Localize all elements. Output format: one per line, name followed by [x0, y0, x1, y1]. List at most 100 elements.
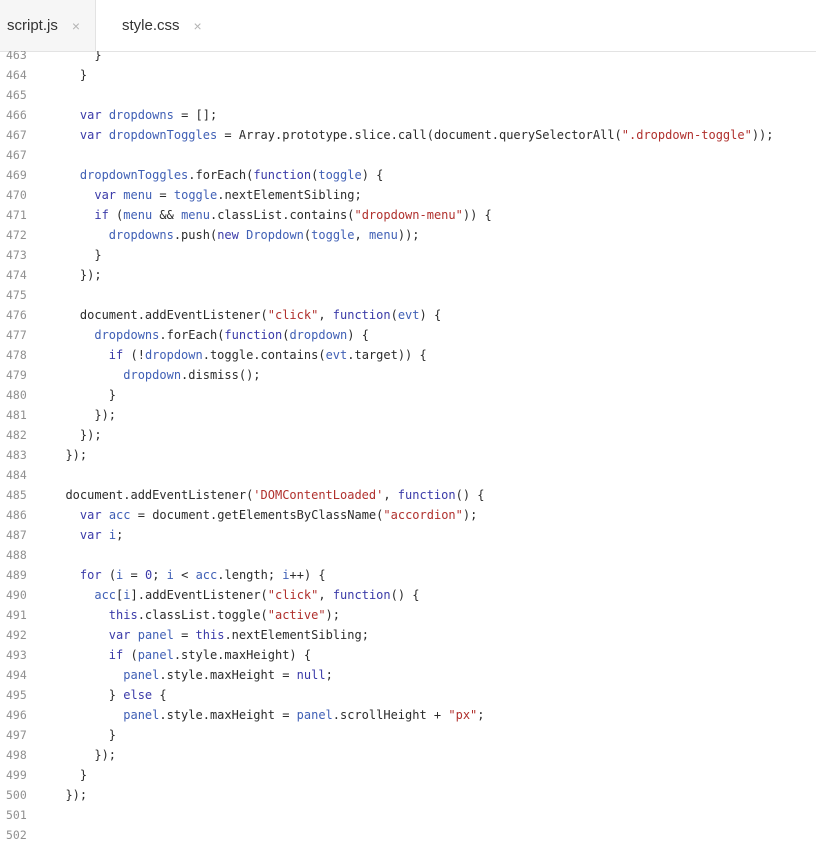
- code-token: i: [166, 568, 174, 582]
- close-icon[interactable]: ×: [72, 18, 80, 34]
- code-line[interactable]: 478 if (!dropdown.toggle.contains(evt.ta…: [0, 345, 816, 365]
- code-token: .scrollHeight +: [332, 708, 449, 722]
- code-line[interactable]: 469 dropdownToggles.forEach(function(tog…: [0, 165, 816, 185]
- code-token: new: [217, 228, 239, 242]
- code-line[interactable]: 475: [0, 285, 816, 305]
- code-editor[interactable]: 463 } 464 } 465 466 var dropdowns = []; 467 …: [0, 51, 816, 843]
- code-token: "click": [267, 308, 319, 322]
- code-line[interactable]: 489 for (i = 0; i < acc.length; i++) {: [0, 565, 816, 585]
- code-token: }: [51, 728, 117, 742]
- code-token: (!: [123, 348, 145, 362]
- code-token: Dropdown: [246, 228, 304, 242]
- code-line[interactable]: 467: [0, 145, 816, 165]
- code-text: var menu = toggle.nextElementSibling;: [51, 185, 361, 205]
- code-line[interactable]: 490 acc[i].addEventListener("click", fun…: [0, 585, 816, 605]
- code-text: dropdowns.forEach(function(dropdown) {: [51, 325, 369, 345]
- code-line[interactable]: 482 });: [0, 425, 816, 445]
- code-text: document.addEventListener('DOMContentLoa…: [51, 485, 485, 505]
- line-number: 482: [6, 428, 27, 442]
- code-line[interactable]: 471 if (menu && menu.classList.contains(…: [0, 205, 816, 225]
- code-token: }: [51, 51, 102, 62]
- code-line[interactable]: 472 dropdowns.push(new Dropdown(toggle, …: [0, 225, 816, 245]
- code-line[interactable]: 463 }: [0, 51, 816, 65]
- line-number: 496: [6, 708, 27, 722]
- code-line[interactable]: 465: [0, 85, 816, 105]
- code-line[interactable]: 502: [0, 825, 816, 843]
- code-line[interactable]: 487 var i;: [0, 525, 816, 545]
- code-line[interactable]: 497 }: [0, 725, 816, 745]
- code-token: =: [173, 628, 196, 642]
- code-line[interactable]: 464 }: [0, 65, 816, 85]
- code-text: }: [51, 51, 102, 65]
- code-line[interactable]: 500 });: [0, 785, 816, 805]
- code-token: "dropdown-menu": [354, 208, 463, 222]
- code-line[interactable]: 486 var acc = document.getElementsByClas…: [0, 505, 816, 525]
- code-line[interactable]: 492 var panel = this.nextElementSibling;: [0, 625, 816, 645]
- code-line[interactable]: 498 });: [0, 745, 816, 765]
- line-number: 470: [6, 188, 27, 202]
- code-token: {: [152, 688, 167, 702]
- code-token: dropdown: [123, 368, 182, 382]
- code-token: "accordion": [383, 508, 463, 522]
- code-token: this: [108, 608, 138, 622]
- code-token: = document.getElementsByClassName(: [130, 508, 384, 522]
- code-line[interactable]: 473 }: [0, 245, 816, 265]
- code-token: ;: [116, 528, 124, 542]
- code-line[interactable]: 476 document.addEventListener("click", f…: [0, 305, 816, 325]
- code-line[interactable]: 493 if (panel.style.maxHeight) {: [0, 645, 816, 665]
- line-number: 467: [6, 148, 27, 162]
- line-number: 467: [6, 128, 27, 142]
- code-token: ,: [318, 308, 333, 322]
- code-line[interactable]: 467 var dropdownToggles = Array.prototyp…: [0, 125, 816, 145]
- line-number: 473: [6, 248, 27, 262]
- code-token: function: [224, 328, 283, 342]
- code-line[interactable]: 491 this.classList.toggle("active");: [0, 605, 816, 625]
- code-line[interactable]: 470 var menu = toggle.nextElementSibling…: [0, 185, 816, 205]
- code-line[interactable]: 499 }: [0, 765, 816, 785]
- code-line[interactable]: 494 panel.style.maxHeight = null;: [0, 665, 816, 685]
- code-line[interactable]: 474 });: [0, 265, 816, 285]
- code-line[interactable]: 480 }: [0, 385, 816, 405]
- code-line[interactable]: 495 } else {: [0, 685, 816, 705]
- code-token: )) {: [462, 208, 492, 222]
- tab-script-js[interactable]: script.js ×: [0, 0, 96, 51]
- code-line[interactable]: 479 dropdown.dismiss();: [0, 365, 816, 385]
- code-line[interactable]: 481 });: [0, 405, 816, 425]
- code-line[interactable]: 501: [0, 805, 816, 825]
- code-token: ));: [751, 128, 774, 142]
- code-token: });: [51, 448, 88, 462]
- code-token: ;: [152, 568, 167, 582]
- code-token: ) {: [347, 328, 369, 342]
- code-token: if: [108, 348, 124, 362]
- code-token: panel: [123, 668, 160, 682]
- code-token: }: [51, 388, 117, 402]
- code-token: dropdown: [289, 328, 348, 342]
- line-number: 490: [6, 588, 27, 602]
- code-text: }: [51, 245, 101, 265]
- code-token: i: [282, 568, 290, 582]
- code-token: () {: [455, 488, 485, 502]
- code-token: });: [51, 788, 88, 802]
- code-line[interactable]: 477 dropdowns.forEach(function(dropdown)…: [0, 325, 816, 345]
- tab-style-css[interactable]: style.css ×: [96, 0, 208, 51]
- code-line[interactable]: 466 var dropdowns = [];: [0, 105, 816, 125]
- line-number: 485: [6, 488, 27, 502]
- code-line[interactable]: 484: [0, 465, 816, 485]
- code-token: for: [79, 568, 102, 582]
- code-text: document.addEventListener("click", funct…: [51, 305, 441, 325]
- code-line[interactable]: 496 panel.style.maxHeight = panel.scroll…: [0, 705, 816, 725]
- code-token: ;: [325, 668, 333, 682]
- code-line[interactable]: 485 document.addEventListener('DOMConten…: [0, 485, 816, 505]
- code-line[interactable]: 483 });: [0, 445, 816, 465]
- code-text: });: [51, 785, 87, 805]
- close-icon[interactable]: ×: [194, 18, 202, 34]
- code-text: var dropdowns = [];: [51, 105, 217, 125]
- code-line[interactable]: 488: [0, 545, 816, 565]
